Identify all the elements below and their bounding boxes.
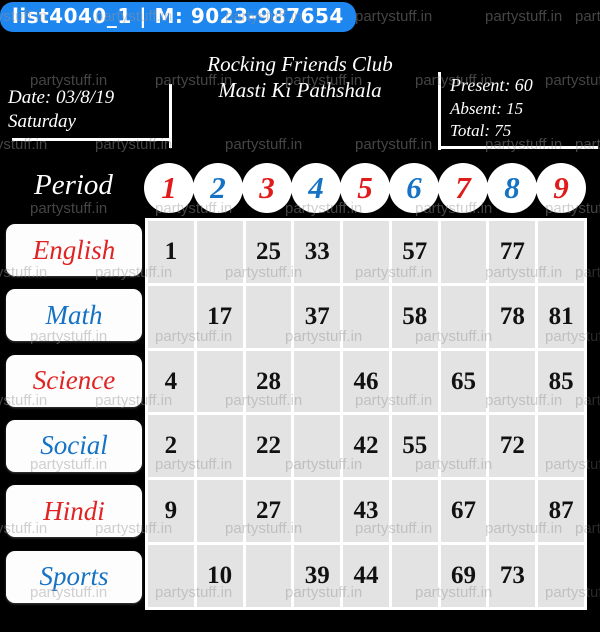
ticket-cell: 17	[196, 285, 243, 348]
ticket-cell: 9	[148, 480, 194, 543]
ticket-cell-empty	[196, 480, 243, 543]
period-circle-9: 9	[536, 163, 586, 213]
ticket-cell-empty	[148, 285, 194, 348]
attendance-panel: Present: 60 Absent: 15 Total: 75	[438, 72, 600, 150]
subject-label-english: English	[6, 224, 142, 276]
ticket-cell-empty	[196, 415, 243, 478]
header-band: Date: 03/8/19 Saturday Rocking Friends C…	[0, 44, 600, 156]
ticket-cell-empty	[245, 545, 292, 607]
period-circle-3: 3	[242, 163, 292, 213]
ticket-cell: 39	[294, 545, 341, 607]
ticket-cell: 27	[245, 480, 292, 543]
period-header-row: Period 123456789	[0, 163, 600, 215]
ticket-cell-empty	[196, 221, 243, 283]
period-circle-4: 4	[291, 163, 341, 213]
ticket-cell: 72	[489, 415, 536, 478]
ticket-cell: 33	[294, 221, 341, 283]
total-count: Total: 75	[450, 121, 512, 141]
present-count: Present: 60	[450, 75, 533, 95]
ticket-cell-empty	[440, 285, 487, 348]
watermark-text: partystuff.in	[485, 8, 563, 25]
ticket-grid: 1 25 33 57 77 17 37 58 78 81 4 28 46 65 85 2 22 42 55 72 9 27…	[145, 218, 587, 610]
ticket-cell: 42	[343, 415, 389, 478]
period-circle-5: 5	[340, 163, 390, 213]
ticket-cell-empty	[538, 415, 584, 478]
watermark-text: partystuff.in	[575, 8, 600, 25]
flyer-root: list4040_1 | M: 9023-987654 Date: 03/8/1…	[0, 0, 600, 632]
ticket-cell: 85	[538, 350, 584, 413]
ticket-cell: 10	[196, 545, 243, 607]
title-badge-container: list4040_1 | M: 9023-987654	[0, 2, 356, 32]
ticket-cell: 67	[440, 480, 487, 543]
date-panel: Date: 03/8/19 Saturday	[8, 84, 172, 148]
period-label: Period	[34, 169, 113, 201]
ticket-cell-empty	[391, 545, 438, 607]
ticket-cell-empty	[148, 545, 194, 607]
ticket-cell: 46	[343, 350, 389, 413]
club-title-panel: Rocking Friends Club Masti Ki Pathshala	[170, 52, 430, 103]
ticket-cell: 2	[148, 415, 194, 478]
ticket-cell: 58	[391, 285, 438, 348]
ticket-cell-empty	[391, 480, 438, 543]
ticket-cell-empty	[294, 480, 341, 543]
subject-label-math: Math	[6, 289, 142, 342]
ticket-cell: 25	[245, 221, 292, 283]
ticket-cell: 57	[391, 221, 438, 283]
ticket-cell: 77	[489, 221, 536, 283]
ticket-cell-empty	[294, 350, 341, 413]
subject-label-hindi: Hindi	[6, 485, 142, 538]
list-title-badge: list4040_1 | M: 9023-987654	[0, 2, 356, 32]
ticket-cell: 73	[489, 545, 536, 607]
period-circle-2: 2	[193, 163, 243, 213]
attendance-bracket-vertical	[438, 72, 441, 150]
ticket-cell-empty	[440, 415, 487, 478]
ticket-cell: 28	[245, 350, 292, 413]
subject-label-sports: Sports	[6, 550, 142, 603]
ticket-cell-empty	[440, 221, 487, 283]
ticket-cell: 87	[538, 480, 584, 543]
ticket-cell: 55	[391, 415, 438, 478]
ticket-cell-empty	[294, 415, 341, 478]
date-line: Date: 03/8/19	[8, 87, 115, 108]
ticket-cell: 69	[440, 545, 487, 607]
ticket-cell-empty	[343, 221, 389, 283]
date-bracket-horizontal	[12, 137, 172, 141]
subject-label-column: English Math Science Social Hindi Sports	[6, 218, 142, 610]
ticket-cell: 37	[294, 285, 341, 348]
day-line: Saturday	[8, 110, 76, 132]
ticket-cell: 4	[148, 350, 194, 413]
ticket-cell-empty	[489, 350, 536, 413]
absent-count: Absent: 15	[450, 98, 524, 118]
ticket-cell: 44	[343, 545, 389, 607]
subject-label-science: Science	[6, 354, 142, 407]
ticket-cell-empty	[538, 545, 584, 607]
club-name: Rocking Friends Club	[207, 52, 393, 76]
watermark-text: partystuff.in	[355, 8, 433, 25]
period-circle-7: 7	[438, 163, 488, 213]
period-number-circles: 123456789	[144, 163, 600, 215]
period-circle-1: 1	[144, 163, 194, 213]
club-subtitle: Masti Ki Pathshala	[218, 77, 382, 102]
ticket-cell-empty	[343, 285, 389, 348]
period-circle-6: 6	[389, 163, 439, 213]
period-circle-8: 8	[487, 163, 537, 213]
ticket-cell-empty	[538, 221, 584, 283]
ticket-cell-empty	[196, 350, 243, 413]
subject-label-social: Social	[6, 419, 142, 472]
ticket-table: 1 25 33 57 77 17 37 58 78 81 4 28 46 65 85 2 22 42 55 72 9 27…	[145, 218, 587, 610]
ticket-cell: 1	[148, 221, 194, 283]
ticket-cell: 78	[489, 285, 536, 348]
attendance-bracket-horizontal	[438, 145, 598, 149]
ticket-cell-empty	[391, 350, 438, 413]
ticket-cell: 81	[538, 285, 584, 348]
ticket-cell: 43	[343, 480, 389, 543]
ticket-cell: 22	[245, 415, 292, 478]
ticket-cell: 65	[440, 350, 487, 413]
ticket-cell-empty	[245, 285, 292, 348]
ticket-cell-empty	[489, 480, 536, 543]
